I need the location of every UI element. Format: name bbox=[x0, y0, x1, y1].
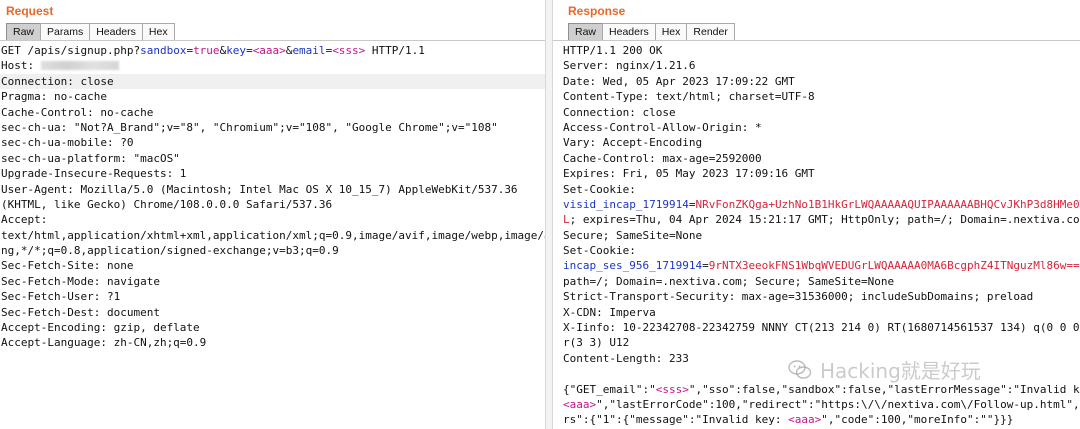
request-header-line: text/html,application/xhtml+xml,applicat… bbox=[1, 228, 545, 242]
request-tab-params[interactable]: Params bbox=[40, 23, 91, 41]
request-editor[interactable]: GET /apis/signup.php?sandbox=true&key=<a… bbox=[0, 43, 545, 351]
cookie-value: 9rNTX3eeokFNS1WbqWVEDUGrLWQAAAAA0MA6Bcgp… bbox=[708, 259, 1080, 273]
response-tab-render[interactable]: Render bbox=[686, 23, 735, 41]
body-reflected-value: <aaa> bbox=[563, 397, 597, 411]
cookie-line: visid_incap_1719914=NRvFonZKQga+UzhNo1B1… bbox=[553, 197, 1080, 212]
request-line-protocol: HTTP/1.1 bbox=[365, 44, 425, 57]
request-header-line: Upgrade-Insecure-Requests: 1 bbox=[1, 167, 187, 181]
request-pane: Request Raw Params Headers Hex GET /apis… bbox=[0, 0, 545, 429]
param-value-sandbox: true bbox=[193, 44, 220, 57]
param-name-key: key bbox=[226, 44, 247, 57]
response-editor[interactable]: HTTP/1.1 200 OK Server: nginx/1.21.6 Dat… bbox=[553, 43, 1080, 428]
param-value-email: <sss> bbox=[332, 44, 366, 57]
body-text: ","lastErrorCode":100,"redirect":"https:… bbox=[596, 397, 1080, 411]
response-pane: Response Raw Headers Hex Render HTTP/1.1… bbox=[553, 0, 1080, 429]
response-header-line: Content-Type: text/html; charset=UTF-8 bbox=[563, 90, 815, 104]
response-header-line: Date: Wed, 05 Apr 2023 17:09:22 GMT bbox=[563, 74, 795, 88]
response-tab-headers[interactable]: Headers bbox=[602, 23, 656, 41]
request-header-line: Connection: close bbox=[0, 73, 545, 90]
response-header-line: Strict-Transport-Security: max-age=31536… bbox=[563, 290, 1034, 304]
request-header-line: Sec-Fetch-Site: none bbox=[1, 259, 134, 273]
request-tabs-divider bbox=[0, 40, 545, 41]
body-text: ","sso":false,"sandbox":false,"lastError… bbox=[688, 382, 1080, 396]
request-header-line: User-Agent: Mozilla/5.0 (Macintosh; Inte… bbox=[1, 182, 518, 196]
response-header-line: HTTP/1.1 200 OK bbox=[563, 44, 663, 57]
cookie-line: incap_ses_956_1719914=9rNTX3eeokFNS1WbqW… bbox=[563, 259, 1080, 273]
request-header-line: Accept-Language: zh-CN,zh;q=0.9 bbox=[1, 336, 207, 350]
cookie-attrs-line: Secure; SameSite=None bbox=[563, 228, 703, 242]
response-body-line: rs":{"1":{"message":"Invalid key: <aaa>"… bbox=[553, 412, 1080, 427]
response-header-line: Set-Cookie: bbox=[563, 244, 636, 258]
param-name-email: email bbox=[292, 44, 326, 57]
request-header-line: (KHTML, like Gecko) Chrome/108.0.0.0 Saf… bbox=[1, 197, 333, 211]
cookie-name: incap_ses_956_1719914 bbox=[563, 259, 703, 273]
cookie-attrs: ; expires=Thu, 04 Apr 2024 15:21:17 GMT;… bbox=[569, 213, 1080, 227]
request-header-line: Accept-Encoding: gzip, deflate bbox=[1, 321, 200, 335]
response-header-line: Connection: close bbox=[563, 105, 676, 119]
cookie-value-cont: L bbox=[563, 213, 570, 227]
request-header-line: Sec-Fetch-Dest: document bbox=[1, 305, 160, 319]
response-header-line: Expires: Fri, 05 May 2023 17:09:16 GMT bbox=[563, 167, 815, 181]
request-title: Request bbox=[6, 4, 54, 18]
response-body-line: {"GET_email":"<sss>","sso":false,"sandbo… bbox=[553, 382, 1080, 397]
request-tab-hex[interactable]: Hex bbox=[141, 23, 175, 41]
request-header-line: sec-ch-ua: "Not?A_Brand";v="8", "Chromiu… bbox=[1, 120, 498, 134]
request-line: GET /apis/signup.php?sandbox=true&key=<a… bbox=[1, 44, 425, 57]
response-header-line: X-Iinfo: 10-22342708-22342759 NNNY CT(21… bbox=[563, 321, 1080, 335]
request-tabs: Raw Params Headers Hex bbox=[6, 23, 175, 41]
body-reflected-value: <sss> bbox=[655, 382, 689, 396]
body-text: {"GET_email":" bbox=[563, 382, 656, 396]
request-header-line: Sec-Fetch-User: ?1 bbox=[1, 290, 121, 304]
param-value-key: <aaa> bbox=[252, 44, 286, 57]
response-body-line: <aaa>","lastErrorCode":100,"redirect":"h… bbox=[553, 397, 1080, 412]
response-header-line: r(3 3) U12 bbox=[563, 336, 630, 350]
request-tab-headers[interactable]: Headers bbox=[89, 23, 143, 41]
body-reflected-value: <aaa> bbox=[788, 413, 822, 427]
body-text: ","code":100,"moreInfo":""}}} bbox=[821, 413, 1014, 427]
param-name-sandbox: sandbox bbox=[140, 44, 187, 57]
cookie-name: visid_incap_1719914 bbox=[563, 197, 689, 211]
response-tab-hex[interactable]: Hex bbox=[654, 23, 688, 41]
response-tabs: Raw Headers Hex Render bbox=[568, 23, 735, 41]
response-header-line: Content-Length: 233 bbox=[563, 351, 689, 365]
request-header-line: Cache-Control: no-cache bbox=[1, 105, 154, 119]
response-tabs-divider bbox=[553, 40, 1080, 41]
response-header-line: Cache-Control: max-age=2592000 bbox=[563, 151, 762, 165]
body-text: rs":{"1":{"message":"Invalid key: bbox=[563, 413, 789, 427]
request-header-line: Pragma: no-cache bbox=[1, 90, 107, 104]
response-header-line: Set-Cookie: bbox=[563, 182, 636, 196]
cookie-value: NRvFonZKQga+UzhNo1B1HkGrLWQAAAAAQUIPAAAA… bbox=[695, 197, 1080, 211]
response-header-line: Server: nginx/1.21.6 bbox=[563, 59, 696, 73]
host-label: Host: bbox=[1, 59, 41, 73]
host-header: Host: bbox=[0, 58, 545, 73]
response-header-line: Vary: Accept-Encoding bbox=[563, 136, 703, 150]
request-tab-raw[interactable]: Raw bbox=[6, 23, 42, 41]
request-header-line: sec-ch-ua-mobile: ?0 bbox=[1, 136, 134, 150]
request-line-start: GET /apis/signup.php? bbox=[1, 44, 141, 57]
request-header-line: Sec-Fetch-Mode: navigate bbox=[1, 274, 160, 288]
response-title: Response bbox=[568, 4, 626, 18]
response-header-line: X-CDN: Imperva bbox=[563, 305, 656, 319]
request-header-line: ng,*/*;q=0.8,application/signed-exchange… bbox=[1, 244, 339, 258]
cookie-attrs-line: path=/; Domain=.nextiva.com; Secure; Sam… bbox=[563, 274, 895, 288]
cookie-line: L; expires=Thu, 04 Apr 2024 15:21:17 GMT… bbox=[553, 212, 1080, 227]
redacted-host bbox=[40, 61, 119, 71]
response-header-line: Access-Control-Allow-Origin: * bbox=[563, 120, 762, 134]
request-header-line: sec-ch-ua-platform: "macOS" bbox=[1, 151, 180, 165]
request-header-line: Accept: bbox=[1, 213, 48, 227]
pane-splitter[interactable] bbox=[545, 0, 553, 429]
response-tab-raw[interactable]: Raw bbox=[568, 23, 604, 41]
